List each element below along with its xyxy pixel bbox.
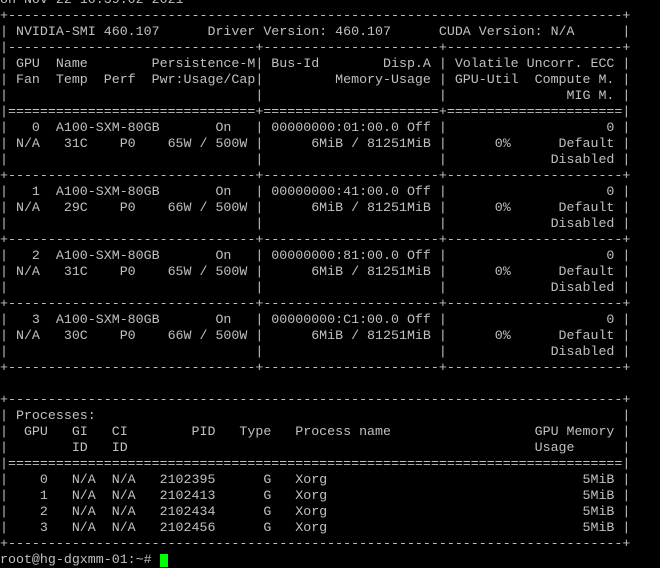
gpu-1-row-1: | 1 A100-SXM-80GB On | 00000000:41:00.0 …: [0, 184, 631, 199]
processes-header-row-2: | ID ID Usage |: [0, 440, 631, 455]
column-header-row-2: | Fan Temp Perf Pwr:Usage/Cap| Memory-Us…: [0, 72, 631, 87]
table-separator: +-------------------------------+-------…: [0, 296, 631, 311]
timestamp-line: on Nov 22 10:39:02 2021: [0, 0, 630, 8]
smi-version-header: | NVIDIA-SMI 460.107 Driver Version: 460…: [0, 24, 631, 39]
table-separator: |-------------------------------+-------…: [0, 40, 631, 55]
table-border: +-------------------------------+-------…: [0, 360, 631, 375]
table-border: +---------------------------------------…: [0, 536, 631, 551]
processes-header-row-1: | GPU GI CI PID Type Process name GPU Me…: [0, 424, 631, 439]
gpu-3-row-1: | 3 A100-SXM-80GB On | 00000000:C1:00.0 …: [0, 312, 631, 327]
gpu-3-row-2: | N/A 30C P0 66W / 500W | 6MiB / 81251Mi…: [0, 328, 631, 343]
process-row: | 1 N/A N/A 2102413 G Xorg 5MiB |: [0, 488, 631, 503]
gpu-3-row-3: | | | Disabled |: [0, 344, 631, 359]
column-header-row-1: | GPU Name Persistence-M| Bus-Id Disp.A …: [0, 56, 631, 71]
gpu-2-row-1: | 2 A100-SXM-80GB On | 00000000:81:00.0 …: [0, 248, 631, 263]
process-row: | 0 N/A N/A 2102395 G Xorg 5MiB |: [0, 472, 631, 487]
terminal-window[interactable]: on Nov 22 10:39:02 2021 +---------------…: [0, 0, 660, 567]
gpu-2-row-2: | N/A 31C P0 65W / 500W | 6MiB / 81251Mi…: [0, 264, 631, 279]
gpu-0-row-2: | N/A 31C P0 65W / 500W | 6MiB / 81251Mi…: [0, 136, 631, 151]
shell-prompt[interactable]: root@hg-dgxmm-01:~#: [0, 552, 630, 568]
gpu-1-row-2: | N/A 29C P0 66W / 500W | 6MiB / 81251Mi…: [0, 200, 631, 215]
gpu-0-row-3: | | | Disabled |: [0, 152, 631, 167]
process-row: | 2 N/A N/A 2102434 G Xorg 5MiB |: [0, 504, 631, 519]
table-separator: +-------------------------------+-------…: [0, 168, 631, 183]
table-separator: +-------------------------------+-------…: [0, 232, 631, 247]
terminal-output: on Nov 22 10:39:02 2021 +---------------…: [0, 0, 630, 568]
process-row: | 3 N/A N/A 2102456 G Xorg 5MiB |: [0, 520, 631, 535]
gpu-0-row-1: | 0 A100-SXM-80GB On | 00000000:01:00.0 …: [0, 120, 631, 135]
processes-title: | Processes: |: [0, 408, 631, 423]
gpu-1-row-3: | | | Disabled |: [0, 216, 631, 231]
column-header-row-3: | | | MIG M. |: [0, 88, 631, 103]
processes-divider: |=======================================…: [0, 456, 631, 471]
text-cursor: [160, 554, 168, 567]
table-border: +---------------------------------------…: [0, 392, 631, 407]
table-border: +---------------------------------------…: [0, 8, 631, 23]
gpu-2-row-3: | | | Disabled |: [0, 280, 631, 295]
header-divider: |===============================+=======…: [0, 104, 631, 119]
